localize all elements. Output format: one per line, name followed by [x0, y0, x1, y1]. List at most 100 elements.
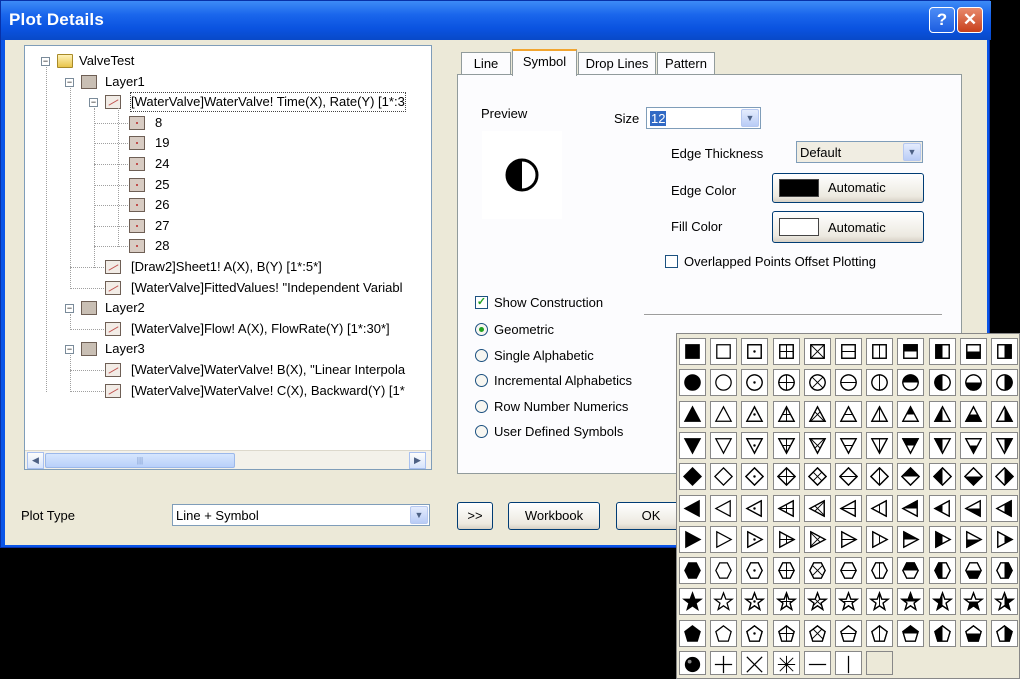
symbol-cell[interactable]	[897, 369, 925, 397]
symbol-cell[interactable]	[928, 557, 956, 585]
symbol-cell[interactable]	[772, 431, 800, 459]
size-combo[interactable]: 12 ▼	[646, 107, 761, 129]
symbol-cell[interactable]	[866, 400, 894, 428]
scroll-thumb[interactable]: |||	[45, 453, 235, 468]
symbol-cell[interactable]	[679, 619, 706, 647]
symbol-cell[interactable]	[679, 338, 706, 365]
tab-pattern[interactable]: Pattern	[657, 52, 715, 75]
edge-color-button[interactable]: Automatic	[772, 173, 924, 203]
symbol-cell[interactable]	[772, 525, 800, 553]
show-construction-checkbox[interactable]: ✓	[475, 296, 488, 309]
tree-node[interactable]: 26	[25, 196, 431, 214]
help-button[interactable]: ?	[929, 7, 955, 33]
symbol-cell[interactable]	[866, 588, 894, 616]
tree-node[interactable]: [WaterValve]WaterValve! C(X), Backward(Y…	[25, 382, 431, 400]
symbol-cell[interactable]	[741, 431, 769, 459]
symbol-cell[interactable]	[803, 463, 831, 491]
symbol-cell[interactable]	[679, 588, 706, 616]
symbol-cell[interactable]	[959, 431, 987, 459]
symbol-cell[interactable]	[772, 619, 800, 647]
symbol-cell[interactable]	[741, 338, 769, 365]
tree-node[interactable]: [WaterValve]Flow! A(X), FlowRate(Y) [1*:…	[25, 320, 431, 338]
symbol-cell[interactable]	[803, 588, 831, 616]
symbol-cell[interactable]	[959, 494, 987, 522]
tree-node[interactable]: [Draw2]Sheet1! A(X), B(Y) [1*:5*]	[25, 258, 431, 276]
symbol-cell[interactable]	[741, 557, 769, 585]
scroll-right-button[interactable]: ▶	[409, 452, 426, 469]
tree-node[interactable]: − Layer2	[25, 299, 431, 317]
symbol-cell[interactable]	[991, 525, 1018, 553]
symbol-cell[interactable]	[835, 651, 862, 675]
symbol-cell[interactable]	[866, 557, 894, 585]
symbol-cell[interactable]	[710, 557, 738, 585]
symbol-cell[interactable]	[959, 463, 987, 491]
tree-node[interactable]: [WaterValve]FittedValues! "Independent V…	[25, 279, 431, 297]
tree-node[interactable]: − Layer1	[25, 73, 431, 91]
symbol-cell[interactable]	[991, 338, 1018, 365]
symbol-cell[interactable]	[835, 400, 862, 428]
symbol-cell[interactable]	[928, 588, 956, 616]
collapse-icon[interactable]: −	[65, 77, 74, 87]
symbol-cell[interactable]	[959, 557, 987, 585]
symbol-cell[interactable]	[991, 619, 1018, 647]
symbol-cell[interactable]	[866, 619, 894, 647]
symbol-cell[interactable]	[866, 369, 894, 397]
symbol-cell[interactable]	[928, 400, 956, 428]
symbol-cell[interactable]	[803, 494, 831, 522]
symbol-cell[interactable]	[991, 369, 1018, 397]
radio-button[interactable]	[475, 399, 488, 413]
tree-node[interactable]: 25	[25, 176, 431, 194]
symbol-cell[interactable]	[710, 619, 738, 647]
symbol-cell[interactable]	[679, 525, 706, 553]
tree-node[interactable]: 27	[25, 217, 431, 235]
symbol-cell[interactable]	[803, 651, 831, 675]
symbol-cell[interactable]	[897, 431, 925, 459]
symbol-cell[interactable]	[803, 369, 831, 397]
symbol-cell[interactable]	[959, 338, 987, 365]
symbol-cell[interactable]	[835, 619, 862, 647]
symbol-cell[interactable]	[710, 494, 738, 522]
symbol-cell[interactable]	[959, 619, 987, 647]
symbol-cell[interactable]	[928, 463, 956, 491]
tree-horizontal-scrollbar[interactable]: ◀ ||| ▶	[25, 450, 431, 469]
chevron-down-icon[interactable]: ▼	[741, 109, 759, 127]
symbol-cell[interactable]	[741, 494, 769, 522]
symbol-cell[interactable]	[710, 400, 738, 428]
symbol-cell[interactable]	[679, 557, 706, 585]
symbol-cell[interactable]	[959, 525, 987, 553]
symbol-cell[interactable]	[772, 338, 800, 365]
symbol-cell[interactable]	[803, 431, 831, 459]
tree-node[interactable]: 19	[25, 134, 431, 152]
radio-button[interactable]	[475, 425, 488, 439]
symbol-cell[interactable]	[679, 400, 706, 428]
symbol-cell[interactable]	[803, 400, 831, 428]
symbol-cell[interactable]	[803, 557, 831, 585]
symbol-cell[interactable]	[679, 651, 706, 675]
symbol-cell[interactable]	[991, 431, 1018, 459]
symbol-cell[interactable]	[991, 557, 1018, 585]
tab-drop-lines[interactable]: Drop Lines	[578, 52, 656, 75]
tree-node[interactable]: − [WaterValve]WaterValve! Time(X), Rate(Y…	[25, 92, 431, 113]
tree-node[interactable]: − ValveTest	[25, 52, 431, 70]
symbol-cell[interactable]	[991, 463, 1018, 491]
symbol-cell[interactable]	[866, 494, 894, 522]
tree-node[interactable]: 8	[25, 114, 431, 132]
symbol-cell[interactable]	[897, 400, 925, 428]
symbol-cell[interactable]	[710, 338, 738, 365]
symbol-cell[interactable]	[897, 619, 925, 647]
symbol-cell[interactable]	[679, 463, 706, 491]
symbol-cell[interactable]	[835, 338, 862, 365]
symbol-cell[interactable]	[772, 588, 800, 616]
symbol-cell[interactable]	[897, 557, 925, 585]
symbol-cell[interactable]	[835, 494, 862, 522]
symbol-cell[interactable]	[741, 525, 769, 553]
chevron-down-icon[interactable]: ▼	[410, 506, 428, 524]
symbol-cell[interactable]	[835, 431, 862, 459]
symbol-cell[interactable]	[772, 651, 800, 675]
symbol-cell[interactable]	[741, 369, 769, 397]
symbol-cell[interactable]	[835, 525, 862, 553]
symbol-cell[interactable]	[710, 463, 738, 491]
symbol-cell[interactable]	[866, 525, 894, 553]
symbol-cell[interactable]	[772, 557, 800, 585]
symbol-cell[interactable]	[959, 588, 987, 616]
